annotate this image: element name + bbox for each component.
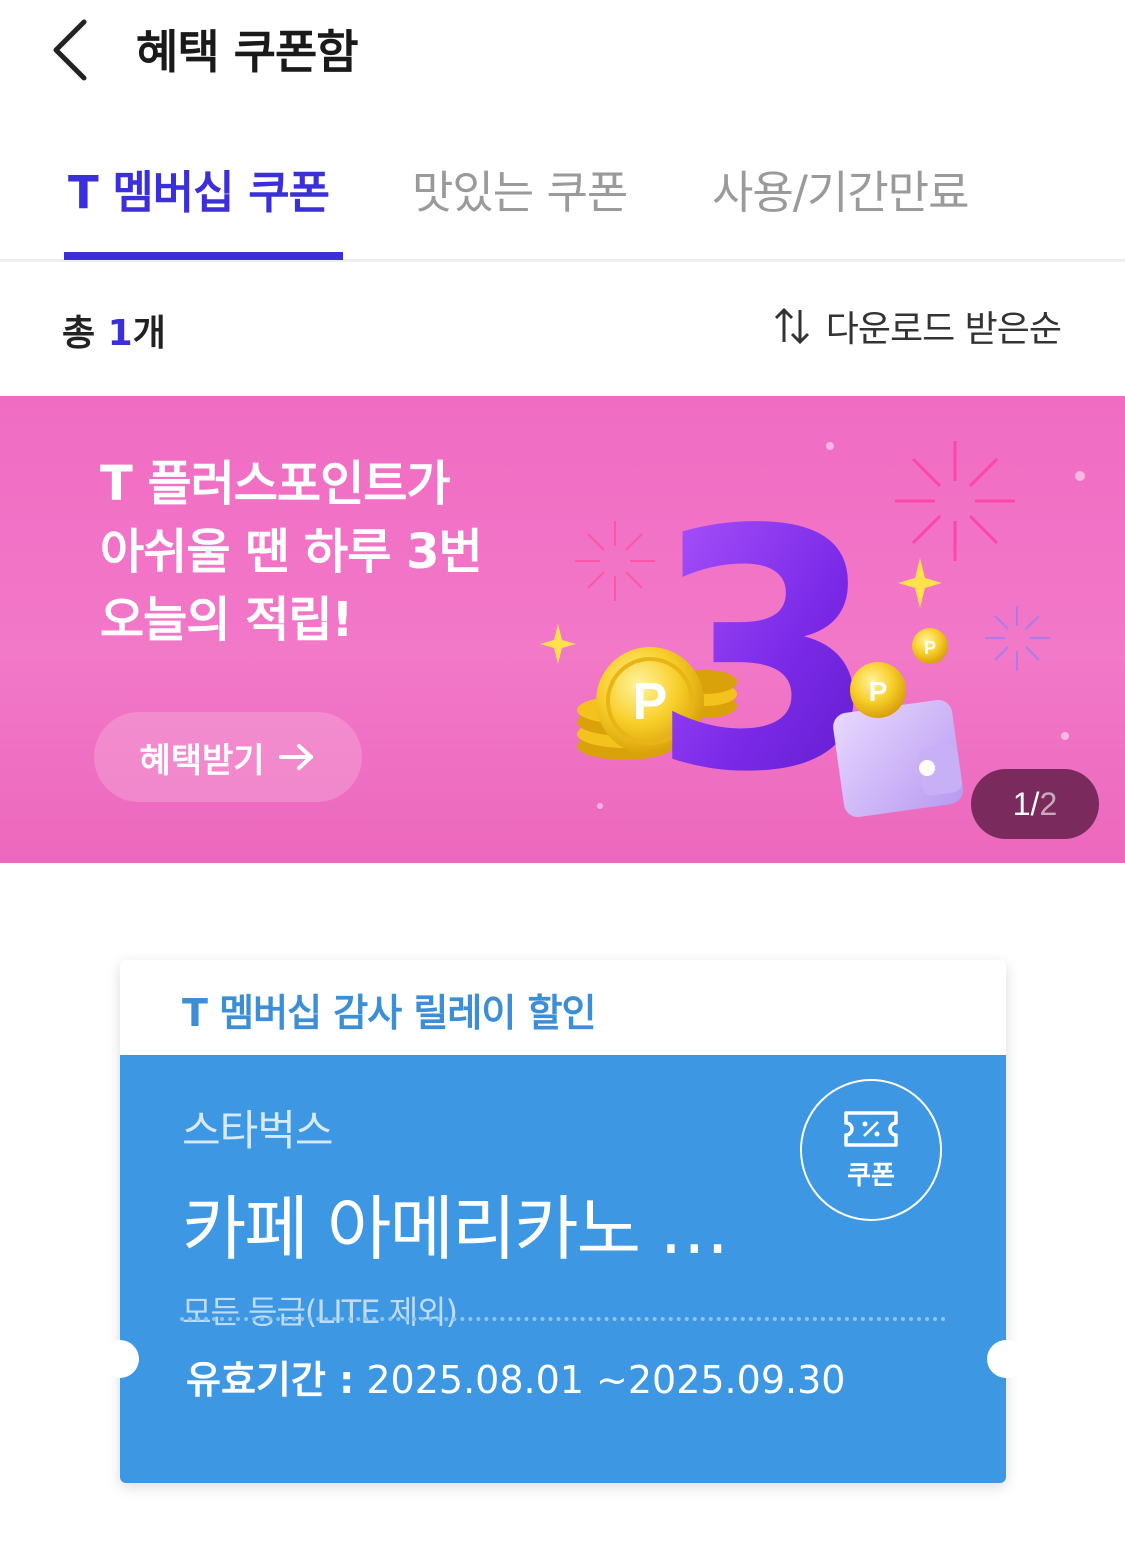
banner-line-1: T 플러스포인트가 (100, 456, 451, 512)
banner-headline: T 플러스포인트가 아쉬울 땐 하루 3번 오늘의 적립! (100, 450, 483, 654)
coupon-header: T 멤버십 감사 릴레이 할인 (120, 960, 1006, 1055)
coupon-product: 카페 아메리카노 … (182, 1188, 729, 1270)
coupon-count: 총 1개 (62, 304, 166, 356)
arrow-right-icon (278, 744, 313, 770)
banner-line-2: 아쉬울 땐 하루 3번 (100, 524, 483, 580)
sort-button[interactable]: 다운로드 받은순 (772, 300, 1062, 352)
coupon-notch-right (987, 1340, 1025, 1378)
sparkle-icon (898, 558, 942, 608)
tab-tasty-coupon[interactable]: 맛있는 쿠폰 (412, 156, 628, 221)
ticket-icon (844, 1110, 898, 1147)
get-benefit-button[interactable]: 혜택받기 (94, 712, 362, 802)
tab-t-membership-coupon[interactable]: T 멤버십 쿠폰 (68, 156, 330, 221)
sparkle-icon (540, 624, 576, 664)
coupon-badge-button[interactable]: 쿠폰 (800, 1079, 942, 1221)
tab-used-expired[interactable]: 사용/기간만료 (712, 156, 970, 221)
coupon-notch-left (101, 1340, 139, 1378)
coupon-brand: 스타벅스 (182, 1106, 334, 1155)
count-suffix: 개 (132, 313, 166, 354)
firework-blue-icon (985, 606, 1050, 671)
coupon-divider (180, 1317, 946, 1321)
banner-pager: 1/2 (971, 769, 1099, 839)
coupon-badge-label: 쿠폰 (847, 1160, 895, 1191)
tab-bar: T 멤버십 쿠폰 맛있는 쿠폰 사용/기간만료 (0, 120, 1125, 262)
sort-arrows-icon (774, 307, 809, 345)
svg-text:P: P (924, 638, 936, 658)
active-tab-indicator (64, 252, 343, 260)
count-prefix: 총 (62, 313, 108, 354)
coupon-validity: 유효기간 : 2025.08.01 ~2025.09.30 (186, 1349, 845, 1404)
header-bar: 혜택 쿠폰함 (0, 0, 1125, 100)
firework-large-icon (895, 441, 1015, 561)
count-value: 1 (107, 313, 133, 354)
get-benefit-label: 혜택받기 (139, 740, 265, 781)
wallet-icon (833, 699, 963, 818)
sort-label: 다운로드 받은순 (825, 309, 1062, 350)
coupon-grade: 모든 등급(LITE 제외) (182, 1293, 458, 1331)
svg-text:P: P (869, 676, 888, 707)
pager-total: 2 (1039, 785, 1058, 822)
back-button[interactable] (40, 14, 110, 86)
page-title: 혜택 쿠폰함 (136, 25, 359, 79)
promo-banner[interactable]: T 플러스포인트가 아쉬울 땐 하루 3번 오늘의 적립! 혜택받기 P 3 P… (0, 396, 1125, 863)
pager-separator: / (1030, 785, 1040, 822)
coupon-promo-title: T 멤버십 감사 릴레이 할인 (182, 991, 596, 1035)
coupon-card[interactable]: T 멤버십 감사 릴레이 할인 스타벅스 카페 아메리카노 … 모든 등급(LI… (120, 960, 1006, 1483)
coupon-body: 스타벅스 카페 아메리카노 … 모든 등급(LITE 제외) 쿠폰 유효기간 :… (120, 1055, 1006, 1483)
firework-small-icon (575, 521, 655, 601)
pager-current: 1 (1012, 785, 1031, 822)
validity-dates: 2025.08.01 ~2025.09.30 (354, 1358, 846, 1402)
chevron-left-icon (53, 19, 87, 81)
banner-line-3: 오늘의 적립! (100, 592, 353, 648)
validity-label: 유효기간 : (186, 1358, 355, 1402)
